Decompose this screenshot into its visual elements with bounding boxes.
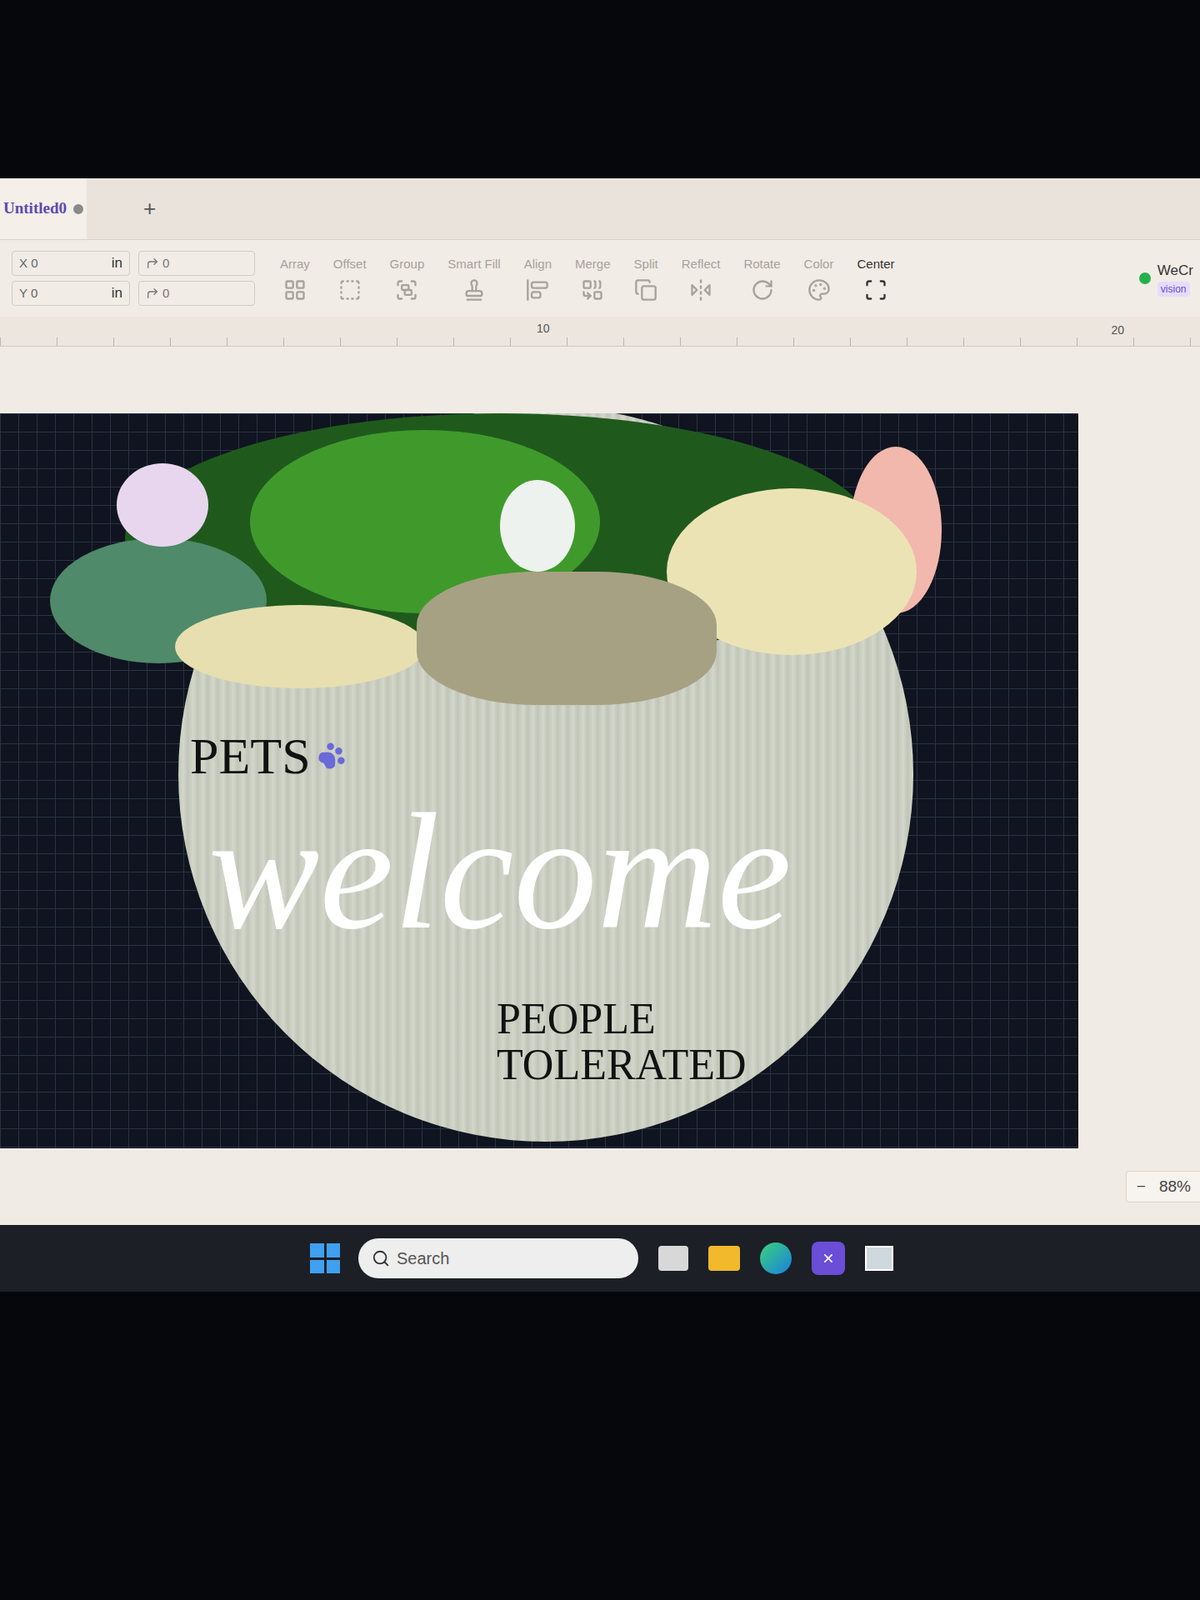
tool-icon bbox=[338, 278, 362, 302]
photo-of-monitor: Untitled0 +X 0in 0 Y 0in 0 ArrayOffsetGroupSm… bbox=[0, 0, 1200, 1600]
tool-button[interactable]: Group bbox=[381, 255, 434, 303]
tool-icon bbox=[283, 278, 307, 302]
search-icon bbox=[371, 1249, 390, 1268]
tool-icon bbox=[580, 278, 605, 302]
baby-breath bbox=[175, 605, 425, 689]
file-explorer-icon[interactable] bbox=[708, 1245, 740, 1271]
modified-dot bbox=[73, 204, 84, 215]
new-tab-button[interactable]: + bbox=[136, 192, 163, 225]
flower bbox=[500, 480, 575, 572]
canvas-area: PETS welcome PEOPLETOLERATED −88% bbox=[0, 346, 1200, 1225]
status-dot bbox=[1139, 272, 1151, 285]
design-text-line: PEOPLE bbox=[496, 996, 746, 1043]
tool-button[interactable]: Merge bbox=[566, 255, 620, 303]
device-badge: vision bbox=[1157, 281, 1190, 297]
device-name[interactable]: WeCr bbox=[1157, 260, 1194, 282]
app-glyph-icon bbox=[816, 1246, 840, 1270]
tool-icon bbox=[750, 278, 775, 302]
position-field[interactable]: Y 0in bbox=[11, 280, 130, 306]
tool-button[interactable]: Center bbox=[848, 255, 903, 303]
position-field[interactable]: X 0in bbox=[11, 250, 130, 276]
tool-button[interactable]: Align bbox=[515, 255, 560, 303]
tool-button[interactable]: Array bbox=[271, 255, 319, 303]
tool-icon bbox=[462, 278, 486, 302]
wecreat-app-icon[interactable] bbox=[811, 1241, 845, 1275]
corner-icon bbox=[145, 256, 160, 270]
taskbar-search[interactable]: Search bbox=[358, 1238, 639, 1279]
tool-icon bbox=[807, 278, 831, 302]
tool-icon bbox=[689, 278, 713, 302]
pets-text[interactable]: PETS bbox=[190, 730, 311, 782]
window-app-icon[interactable] bbox=[865, 1245, 894, 1271]
tool-icon bbox=[395, 278, 419, 302]
people-tolerated-text[interactable]: PEOPLETOLERATED bbox=[496, 996, 746, 1088]
pets-text-row: PETS bbox=[190, 730, 346, 782]
tab-title: Untitled0 bbox=[3, 196, 67, 221]
tool-button[interactable]: Rotate bbox=[735, 255, 789, 303]
ruler-label: 20 bbox=[1111, 321, 1125, 340]
task-view-icon[interactable] bbox=[658, 1245, 689, 1271]
size-field[interactable]: 0 bbox=[138, 280, 255, 306]
flower bbox=[116, 463, 209, 547]
welcome-text[interactable]: welcome bbox=[208, 788, 792, 955]
ruler: 10 20 bbox=[0, 316, 1200, 347]
tool-button[interactable]: Reflect bbox=[673, 255, 730, 303]
zoom-value: 88% bbox=[1159, 1175, 1200, 1200]
design-text-line: TOLERATED bbox=[496, 1042, 746, 1089]
position-field-row: Y 0in 0 bbox=[11, 280, 255, 306]
paw-icon bbox=[317, 741, 346, 770]
tool-icon bbox=[634, 278, 658, 302]
document-tab[interactable]: Untitled0 bbox=[0, 178, 87, 240]
ruler-label: 10 bbox=[536, 320, 550, 338]
burlap-bow bbox=[416, 571, 717, 705]
canvas[interactable]: PETS welcome PEOPLETOLERATED bbox=[0, 413, 1079, 1149]
tool-icon bbox=[864, 278, 888, 302]
start-icon[interactable] bbox=[310, 1243, 340, 1274]
toolbar: X 0in 0 Y 0in 0 ArrayOffsetGroupSmart FillAl… bbox=[0, 240, 1200, 317]
tool-icon bbox=[525, 278, 550, 302]
corner-icon bbox=[145, 286, 160, 300]
tool-button[interactable]: Color bbox=[795, 255, 843, 303]
app-window: Untitled0 +X 0in 0 Y 0in 0 ArrayOffsetGroupSm… bbox=[0, 178, 1200, 1225]
tool-button[interactable]: Split bbox=[625, 255, 667, 303]
taskbar: Search bbox=[0, 1225, 1200, 1292]
edge-icon[interactable] bbox=[760, 1242, 792, 1275]
zoom-control[interactable]: −88% bbox=[1125, 1170, 1200, 1204]
tool-button[interactable]: Smart Fill bbox=[439, 255, 509, 303]
tab-bar: Untitled0 + bbox=[0, 178, 1200, 240]
position-field-row: X 0in 0 bbox=[11, 250, 255, 276]
tool-button[interactable]: Offset bbox=[325, 255, 375, 303]
zoom-out-button[interactable]: − bbox=[1136, 1175, 1146, 1200]
size-field[interactable]: 0 bbox=[138, 250, 255, 276]
